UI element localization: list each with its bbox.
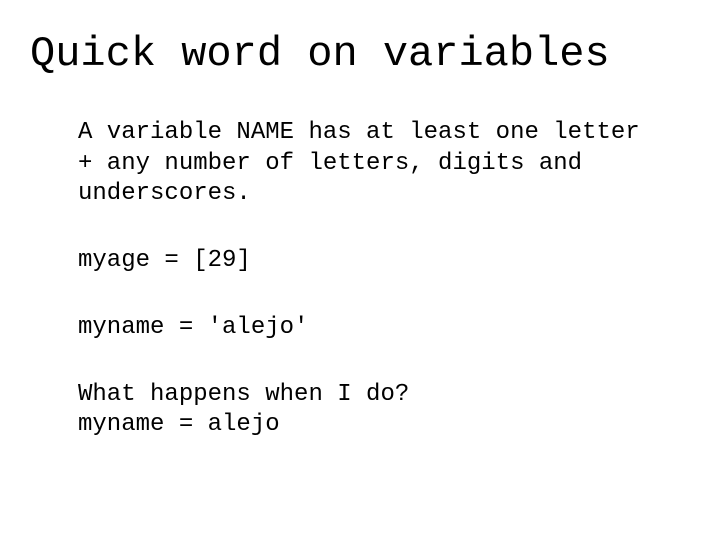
paragraph-example-name: myname = 'alejo' [78, 313, 650, 344]
paragraph-example-age: myage = [29] [78, 246, 650, 277]
paragraph-question-code: myname = alejo [78, 410, 650, 441]
paragraph-rule: A variable NAME has at least one letter … [78, 118, 650, 210]
paragraph-question-block: What happens when I do? myname = alejo [78, 380, 650, 441]
slide-title: Quick word on variables [30, 30, 690, 78]
paragraph-question: What happens when I do? [78, 380, 650, 411]
slide-body: A variable NAME has at least one letter … [30, 118, 690, 441]
